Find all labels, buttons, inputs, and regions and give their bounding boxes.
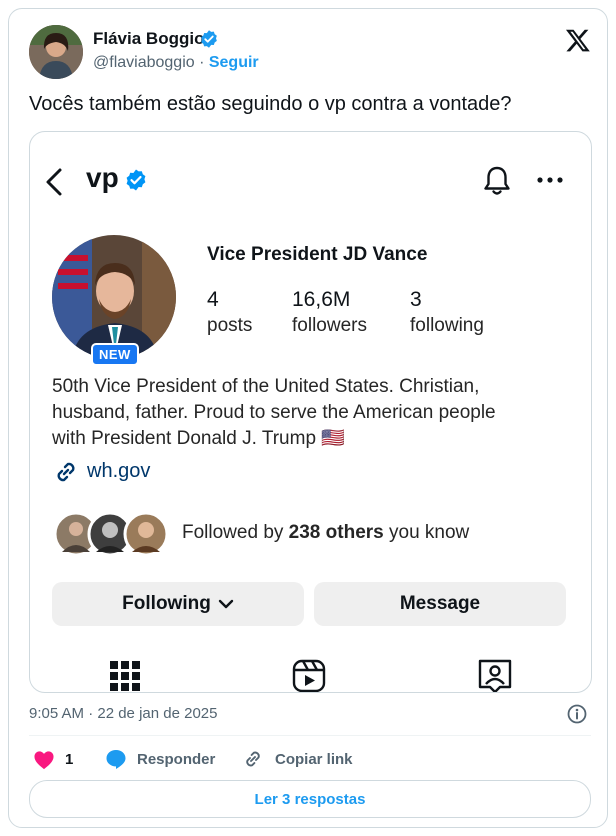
bio-line: with President Donald J. Trump <box>52 428 317 449</box>
tweet-timestamp[interactable]: 9:05 AM · 22 de jan de 2025 <box>29 705 217 722</box>
info-icon[interactable] <box>566 703 588 725</box>
link-icon <box>57 462 75 482</box>
stat-followers[interactable]: 16,6M followers <box>292 288 367 337</box>
new-badge: NEW <box>91 343 139 366</box>
grid-icon[interactable] <box>108 657 142 693</box>
stat-following-value: 3 <box>410 288 422 311</box>
mutual-prefix: Followed by <box>182 522 289 543</box>
mutual-followers-text[interactable]: Followed by 238 others you know <box>182 522 469 544</box>
message-label: Message <box>399 593 481 614</box>
chevron-down-icon <box>218 599 234 609</box>
message-button[interactable]: Message <box>314 582 566 626</box>
mutual-followers-avatars[interactable] <box>52 510 172 558</box>
ig-verified-icon <box>126 169 146 191</box>
tweet-text: Vocês também estão seguindo o vp contra … <box>29 93 512 115</box>
following-label: Following <box>122 593 211 614</box>
back-arrow-icon[interactable] <box>42 166 66 198</box>
stat-followers-label: followers <box>292 315 367 336</box>
divider <box>29 735 591 736</box>
reply-button[interactable]: Responder <box>137 751 215 768</box>
copy-link-icon[interactable] <box>242 748 264 770</box>
handle-separator: · <box>194 54 209 71</box>
stat-followers-value: 16,6M <box>292 288 351 311</box>
follow-link[interactable]: Seguir <box>209 54 259 71</box>
tagged-icon[interactable] <box>478 657 512 693</box>
author-handle-line: @flaviaboggio · Seguir <box>93 54 259 72</box>
ig-username: vp <box>86 162 119 193</box>
stat-posts[interactable]: 4 posts <box>207 288 252 337</box>
x-logo-icon[interactable] <box>565 27 591 53</box>
read-replies-label: Ler 3 respostas <box>254 790 366 808</box>
stat-posts-label: posts <box>207 315 253 336</box>
tweet-card: Flávia Boggio @flaviaboggio · Seguir Voc… <box>8 8 608 828</box>
reply-bubble-icon[interactable] <box>105 748 127 770</box>
stat-following[interactable]: 3 following <box>410 288 484 337</box>
author-avatar[interactable] <box>29 25 83 79</box>
like-count: 1 <box>65 751 74 768</box>
author-name[interactable]: Flávia Boggio <box>93 29 204 49</box>
read-replies-button[interactable]: Ler 3 respostas <box>29 780 591 818</box>
following-button[interactable]: Following <box>52 582 304 626</box>
bio-line: husband, father. Proud to serve the Amer… <box>52 402 496 423</box>
reels-icon[interactable] <box>292 657 326 693</box>
heart-icon[interactable] <box>33 750 55 770</box>
ig-display-name: Vice President JD Vance <box>207 244 428 265</box>
bell-icon[interactable] <box>482 165 512 197</box>
embedded-screenshot[interactable]: vp NEW Vice President JD Vance 4 posts 1… <box>29 131 592 693</box>
copy-link-button[interactable]: Copiar link <box>275 751 353 768</box>
stat-posts-value: 4 <box>207 288 219 311</box>
mutual-count: 238 others <box>288 522 384 543</box>
ig-bio: 50th Vice President of the United States… <box>52 374 572 452</box>
stat-following-label: following <box>410 315 484 336</box>
more-options-icon[interactable] <box>536 176 564 184</box>
verified-badge-icon <box>201 30 217 48</box>
ig-website-link[interactable]: wh.gov <box>87 460 150 483</box>
author-handle[interactable]: @flaviaboggio <box>93 54 195 71</box>
bio-line-last: with President Donald J. Trump 🇺🇸 <box>52 426 572 452</box>
bio-line: 50th Vice President of the United States… <box>52 376 480 397</box>
us-flag-emoji: 🇺🇸 <box>321 428 345 449</box>
mutual-suffix: you know <box>383 522 470 543</box>
ig-profile-picture[interactable] <box>52 235 176 359</box>
